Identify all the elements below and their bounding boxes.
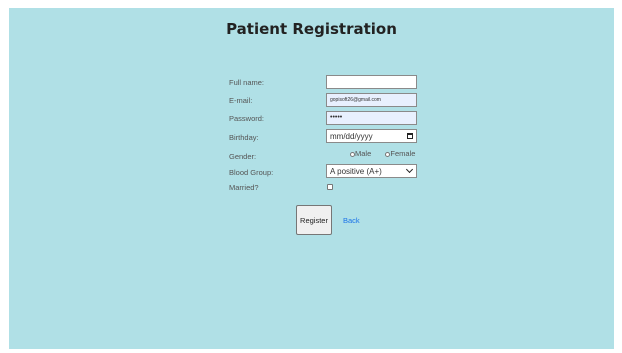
- page-title: Patient Registration: [226, 20, 397, 38]
- chevron-down-icon: [405, 165, 414, 174]
- blood-group-select[interactable]: A positive (A+): [326, 164, 417, 178]
- gender-option-female[interactable]: Female: [385, 149, 415, 158]
- gender-male-label: Male: [355, 149, 372, 158]
- blood-group-label: Blood Group:: [229, 168, 274, 177]
- password-field[interactable]: •••••: [326, 111, 417, 125]
- register-button[interactable]: Register: [296, 205, 332, 235]
- gender-radio-group: Male Female: [350, 149, 415, 158]
- back-link[interactable]: Back: [343, 216, 360, 225]
- gender-female-label: Female: [390, 149, 416, 158]
- married-checkbox[interactable]: [327, 184, 333, 190]
- blood-group-value: A positive (A+): [330, 166, 382, 176]
- calendar-icon[interactable]: [407, 133, 413, 139]
- email-label: E-mail:: [229, 96, 253, 105]
- birthday-value: mm/dd/yyyy: [330, 131, 373, 141]
- gender-option-male[interactable]: Male: [350, 149, 371, 158]
- birthday-field[interactable]: mm/dd/yyyy: [326, 129, 417, 143]
- birthday-label: Birthday:: [229, 133, 259, 142]
- password-label: Password:: [229, 114, 265, 123]
- married-label: Married?: [229, 183, 259, 192]
- full-name-field[interactable]: [326, 75, 417, 89]
- registration-panel: Patient Registration Full name: E-mail: …: [9, 8, 614, 349]
- gender-label: Gender:: [229, 152, 257, 161]
- email-field[interactable]: [326, 93, 417, 107]
- full-name-label: Full name:: [229, 78, 265, 87]
